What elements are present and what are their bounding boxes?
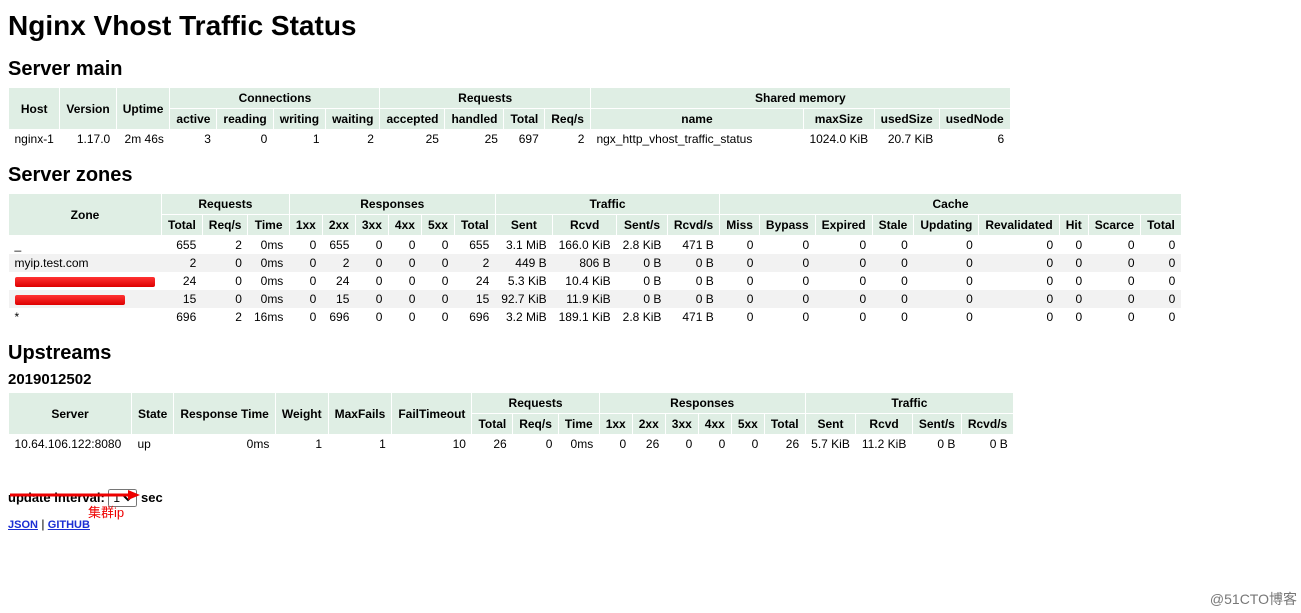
- update-interval-select[interactable]: 1: [108, 489, 137, 507]
- col-uptime: Uptime: [116, 88, 170, 130]
- col-weight: Weight: [275, 393, 328, 435]
- col-total: Total: [504, 109, 545, 130]
- col-maxsize: maxSize: [803, 109, 874, 130]
- col-handled: handled: [445, 109, 504, 130]
- upstream-row: 10.64.106.122:8080 up 0ms 1 1 10 26 0 0m…: [9, 435, 1014, 454]
- server-zones-table: Zone Requests Responses Traffic Cache To…: [8, 193, 1182, 326]
- zone-row: *696216ms06960006963.2 MiB189.1 KiB2.8 K…: [9, 308, 1182, 326]
- colgroup-responses: Responses: [289, 194, 495, 215]
- update-interval-label: update interval:: [8, 490, 105, 505]
- colgroup-requests: Requests: [162, 194, 290, 215]
- col-failtimeout: FailTimeout: [392, 393, 472, 435]
- col-accepted: accepted: [380, 109, 445, 130]
- colgroup-cache: Cache: [720, 194, 1182, 215]
- json-link[interactable]: JSON: [8, 519, 38, 531]
- colgroup-traffic: Traffic: [495, 194, 719, 215]
- colgroup-connections: Connections: [170, 88, 380, 109]
- col-name: name: [590, 109, 803, 130]
- col-version: Version: [60, 88, 116, 130]
- section-upstreams: Upstreams: [8, 342, 1293, 365]
- zone-row: myip.test.com200ms020002449 B806 B0 B0 B…: [9, 254, 1182, 272]
- zone-name: *: [9, 308, 162, 326]
- colgroup-responses: Responses: [599, 393, 805, 414]
- page-title: Nginx Vhost Traffic Status: [8, 10, 1293, 42]
- link-separator: |: [41, 517, 44, 531]
- col-zone: Zone: [9, 194, 162, 236]
- upstreams-table: Server State Response Time Weight MaxFai…: [8, 392, 1014, 453]
- section-server-main: Server main: [8, 58, 1293, 81]
- section-server-zones: Server zones: [8, 164, 1293, 187]
- col-resptime: Response Time: [174, 393, 275, 435]
- col-usednode: usedNode: [939, 109, 1010, 130]
- redaction-bar: [15, 277, 155, 287]
- col-server: Server: [9, 393, 132, 435]
- github-link[interactable]: GITHUB: [48, 519, 90, 531]
- zone-name: _: [9, 236, 162, 255]
- watermark: @51CTO博客: [1210, 589, 1297, 609]
- col-writing: writing: [273, 109, 325, 130]
- col-state: State: [132, 393, 174, 435]
- colgroup-traffic: Traffic: [805, 393, 1014, 414]
- zone-row: _65520ms06550006553.1 MiB166.0 KiB2.8 Ki…: [9, 236, 1182, 255]
- colgroup-shared: Shared memory: [590, 88, 1010, 109]
- col-active: active: [170, 109, 217, 130]
- redaction-bar: [15, 295, 125, 305]
- main-row: nginx-1 1.17.0 2m 46s 3 0 1 2 25 25 697 …: [9, 130, 1011, 149]
- zone-name: [9, 290, 162, 308]
- col-usedsize: usedSize: [874, 109, 939, 130]
- zone-row: 2400ms024000245.3 KiB10.4 KiB0 B0 B00000…: [9, 272, 1182, 290]
- colgroup-requests: Requests: [472, 393, 599, 414]
- zone-name: [9, 272, 162, 290]
- col-reading: reading: [217, 109, 273, 130]
- col-reqs: Req/s: [545, 109, 591, 130]
- server-main-table: Host Version Uptime Connections Requests…: [8, 87, 1011, 148]
- update-interval-suffix: sec: [141, 490, 163, 505]
- zone-name: myip.test.com: [9, 254, 162, 272]
- colgroup-requests: Requests: [380, 88, 591, 109]
- zone-row: 1500ms0150001592.7 KiB11.9 KiB0 B0 B0000…: [9, 290, 1182, 308]
- col-host: Host: [9, 88, 60, 130]
- col-waiting: waiting: [326, 109, 380, 130]
- col-maxfails: MaxFails: [328, 393, 392, 435]
- upstream-group-name: 2019012502: [8, 371, 1293, 388]
